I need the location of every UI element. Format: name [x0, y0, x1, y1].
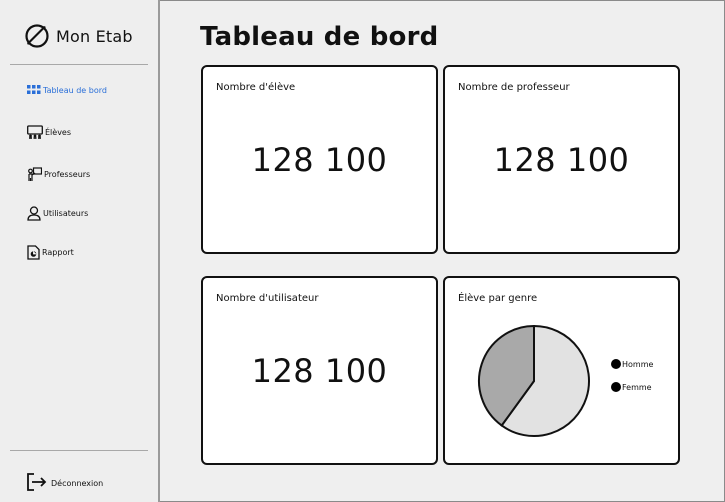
logout-button[interactable]: Déconnexion: [26, 472, 103, 494]
sidebar-item-dashboard[interactable]: Tableau de bord: [27, 85, 107, 95]
sidebar-item-students[interactable]: Élèves: [27, 125, 71, 139]
grid-icon: [27, 85, 41, 95]
sidebar-item-label: Tableau de bord: [43, 85, 107, 95]
brand[interactable]: Mon Etab: [24, 20, 133, 52]
logout-label: Déconnexion: [51, 478, 104, 488]
teachers-count-card: Nombre de professeur 128 100: [443, 65, 680, 254]
sidebar: Mon Etab Tableau de bord Élèves Professe…: [0, 0, 160, 502]
sidebar-item-users[interactable]: Utilisateurs: [27, 206, 88, 221]
legend-item-homme: Homme: [611, 359, 653, 369]
teacher-icon: [27, 167, 42, 182]
legend-dot: [611, 382, 621, 392]
logo-icon: [24, 23, 50, 49]
students-icon: [27, 125, 43, 139]
sidebar-item-label: Utilisateurs: [43, 209, 89, 218]
card-label: Nombre de professeur: [458, 82, 570, 93]
sidebar-divider: [10, 64, 148, 65]
students-count-card: Nombre d'élève 128 100: [201, 65, 438, 254]
card-label: Élève par genre: [458, 293, 538, 304]
sidebar-item-label: Rapport: [42, 248, 74, 257]
users-count-card: Nombre d'utilisateur 128 100: [201, 276, 438, 465]
card-value: 128 100: [251, 141, 388, 179]
sidebar-item-label: Élèves: [45, 127, 72, 137]
logout-icon: [26, 472, 48, 494]
sidebar-item-teachers[interactable]: Professeurs: [27, 167, 90, 182]
gender-pie-chart: [478, 324, 590, 437]
page-title: Tableau de bord: [200, 22, 439, 52]
card-label: Nombre d'élève: [216, 82, 296, 93]
gender-chart-card: Élève par genre Homme Femme: [443, 276, 680, 465]
report-icon: [27, 245, 40, 260]
legend-label: Homme: [622, 359, 654, 369]
sidebar-divider: [10, 450, 148, 451]
legend-item-femme: Femme: [611, 382, 652, 392]
app-name: Mon Etab: [56, 26, 133, 46]
card-value: 128 100: [251, 352, 388, 390]
legend-label: Femme: [622, 382, 652, 392]
card-value: 128 100: [493, 141, 630, 179]
card-label: Nombre d'utilisateur: [216, 293, 319, 304]
sidebar-item-report[interactable]: Rapport: [27, 245, 74, 260]
sidebar-item-label: Professeurs: [44, 170, 91, 179]
legend-dot: [611, 359, 621, 369]
user-icon: [27, 206, 41, 221]
